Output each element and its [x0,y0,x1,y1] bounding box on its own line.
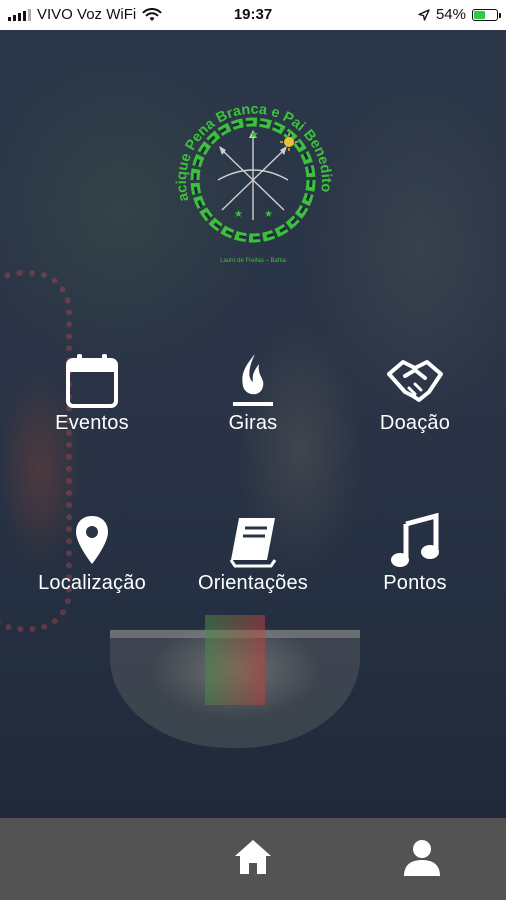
music-note-icon [391,512,439,567]
home-tab[interactable] [231,836,275,880]
orientacoes-button[interactable]: Orientações [178,512,328,595]
location-arrow-icon [418,8,430,21]
localizacao-label: Localização [38,572,146,594]
status-bar: VIVO Voz WiFi 19:37 54% [0,0,506,30]
handshake-icon [387,360,443,402]
temple-logo: Templo Cacique Pena Branca e Pai Benedit… [154,58,346,270]
calendar-icon [66,354,118,408]
user-icon [404,840,440,876]
eventos-button[interactable]: Eventos [17,352,167,435]
svg-text:★: ★ [249,128,259,141]
giras-button[interactable]: Giras [178,352,328,435]
svg-text:★: ★ [264,209,273,220]
book-icon [229,518,277,568]
battery-fill [474,10,485,19]
doacao-label: Doação [379,412,451,434]
doacao-button[interactable]: Doação [340,352,490,435]
map-pin-icon [76,516,108,564]
battery-icon [472,8,501,21]
pontos-button[interactable]: Pontos [340,512,490,595]
battery-percent: 54% [435,6,466,23]
giras-label: Giras [228,412,278,434]
orientacoes-label: Orientações [197,572,309,594]
logo-bottom-text: Lauro de Freitas – Bahia [220,258,286,264]
eventos-label: Eventos [55,412,129,434]
home-icon [235,840,271,874]
svg-text:★: ★ [234,209,243,220]
bottom-tab-bar [0,818,506,900]
flame-icon [233,354,273,406]
localizacao-button[interactable]: Localização [17,512,167,595]
candle-decoration [205,615,265,705]
pontos-label: Pontos [383,572,447,594]
profile-tab[interactable] [400,836,444,880]
status-right: 54% [418,6,501,23]
